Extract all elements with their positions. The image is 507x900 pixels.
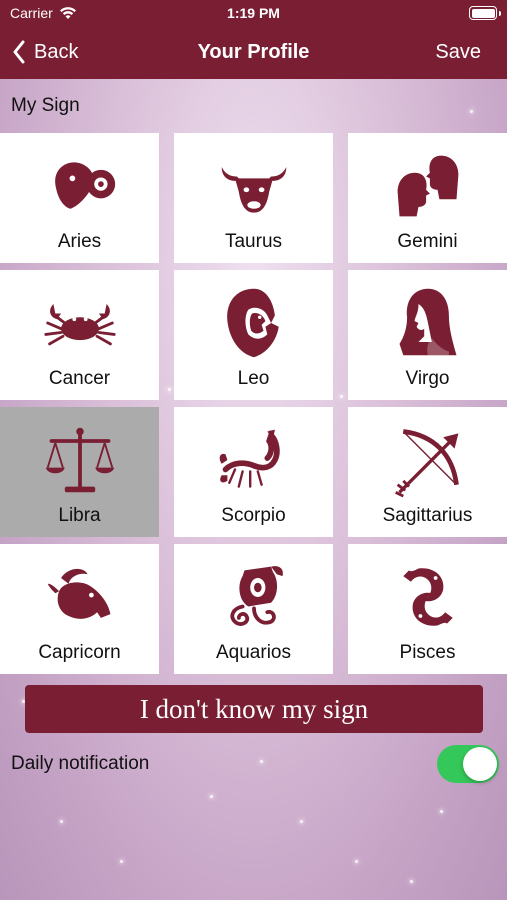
sign-tile-pisces[interactable]: Pisces xyxy=(348,544,507,674)
sign-label: Virgo xyxy=(405,368,450,389)
ram-icon xyxy=(54,162,115,209)
scales-icon xyxy=(45,427,114,493)
unknown-sign-button[interactable]: I don't know my sign xyxy=(25,685,483,733)
sign-tile-scorpio[interactable]: Scorpio xyxy=(174,407,333,537)
sign-label: Sagittarius xyxy=(382,505,473,526)
scorpion-icon xyxy=(219,429,280,488)
sign-label: Gemini xyxy=(397,231,458,252)
bull-icon xyxy=(221,167,286,213)
sign-tile-gemini[interactable]: Gemini xyxy=(348,133,507,263)
sign-tile-aries[interactable]: Aries xyxy=(0,133,159,263)
sign-label: Scorpio xyxy=(221,505,286,526)
sign-label: Aquarios xyxy=(216,642,291,663)
sign-tile-cancer[interactable]: Cancer xyxy=(0,270,159,400)
sign-label: Taurus xyxy=(224,231,283,252)
daily-notification-toggle[interactable] xyxy=(437,745,499,783)
nav-bar: Back Your Profile Save xyxy=(0,30,507,79)
sign-label: Cancer xyxy=(48,368,111,389)
water-bearer-icon xyxy=(229,566,283,626)
sign-tile-sagittarius[interactable]: Sagittarius xyxy=(348,407,507,537)
sign-label: Libra xyxy=(58,505,101,526)
battery-icon xyxy=(469,6,501,20)
twins-icon xyxy=(397,155,458,217)
maiden-icon xyxy=(399,288,456,356)
sign-label: Pisces xyxy=(399,642,456,663)
section-label: My Sign xyxy=(11,95,80,116)
sign-label: Leo xyxy=(237,368,270,389)
sign-tile-taurus[interactable]: Taurus xyxy=(174,133,333,263)
sign-tile-virgo[interactable]: Virgo xyxy=(348,270,507,400)
daily-notification-label: Daily notification xyxy=(11,753,150,774)
crab-icon xyxy=(43,304,116,346)
lion-icon xyxy=(226,288,279,358)
navigation-header: Carrier 1:19 PM Back Your Profile Save xyxy=(0,0,507,79)
status-time: 1:19 PM xyxy=(227,5,280,21)
sign-tile-capricorn[interactable]: Capricorn xyxy=(0,544,159,674)
sign-tile-leo[interactable]: Leo xyxy=(174,270,333,400)
toggle-knob xyxy=(463,747,497,781)
sign-tile-libra[interactable]: Libra xyxy=(0,407,159,537)
goat-icon xyxy=(47,568,110,619)
status-bar: Carrier 1:19 PM xyxy=(0,0,507,30)
page-title: Your Profile xyxy=(197,41,310,63)
fish-icon xyxy=(402,568,453,626)
save-button[interactable]: Save xyxy=(435,41,481,64)
bow-arrow-icon xyxy=(394,429,459,498)
sign-tile-aquarius[interactable]: Aquarios xyxy=(174,544,333,674)
sign-label: Aries xyxy=(57,231,102,252)
sign-label: Capricorn xyxy=(38,642,121,663)
